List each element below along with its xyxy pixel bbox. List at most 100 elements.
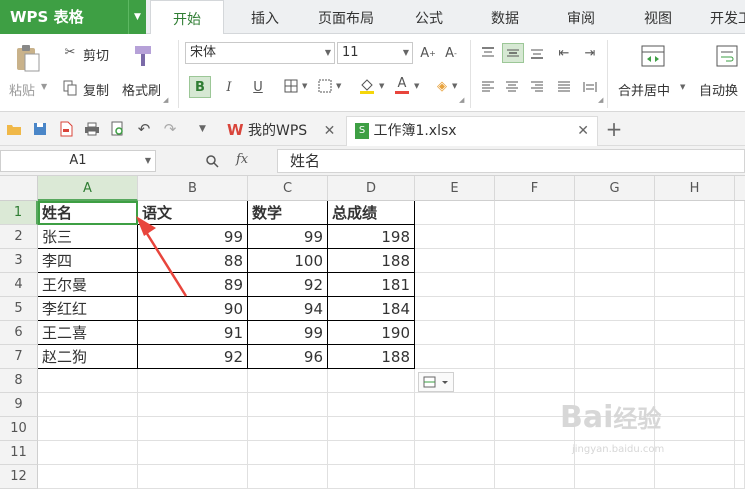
empty-cell[interactable] (495, 369, 575, 393)
score-cell[interactable]: 181 (328, 273, 415, 297)
empty-cell[interactable] (38, 417, 138, 441)
empty-cell[interactable] (655, 297, 735, 321)
score-cell[interactable]: 99 (248, 225, 328, 249)
format-painter-label[interactable]: 格式刷 (122, 80, 161, 99)
align-right-icon[interactable] (527, 77, 547, 97)
empty-cell[interactable] (415, 273, 495, 297)
column-header-d[interactable]: D (328, 176, 415, 201)
empty-cell[interactable] (138, 369, 248, 393)
column-header-b[interactable]: B (138, 176, 248, 201)
row-header[interactable]: 8 (0, 369, 38, 393)
increase-font-icon[interactable]: A + (419, 44, 437, 62)
empty-cell[interactable] (655, 321, 735, 345)
empty-cell[interactable] (415, 465, 495, 489)
score-cell[interactable]: 96 (248, 345, 328, 369)
name-cell[interactable]: 赵二狗 (38, 345, 138, 369)
tab-insert[interactable]: 插入 (234, 0, 296, 34)
wrap-text-icon[interactable] (714, 44, 740, 68)
tab-developer[interactable]: 开发工 (702, 0, 745, 34)
chevron-down-icon[interactable]: ▼ (379, 82, 384, 90)
score-cell[interactable]: 94 (248, 297, 328, 321)
name-cell[interactable]: 张三 (38, 225, 138, 249)
chevron-down-icon[interactable]: ▼ (414, 82, 419, 90)
column-header-g[interactable]: G (575, 176, 655, 201)
close-icon[interactable]: ✕ (324, 123, 336, 139)
empty-cell[interactable] (735, 465, 745, 489)
empty-cell[interactable] (735, 393, 745, 417)
empty-cell[interactable] (655, 249, 735, 273)
column-header-a[interactable]: A (38, 176, 138, 201)
fill-color-icon[interactable] (358, 76, 376, 96)
score-cell[interactable]: 91 (138, 321, 248, 345)
undo-icon[interactable]: ↶ (136, 120, 152, 138)
row-header[interactable]: 1 (0, 201, 38, 225)
empty-cell[interactable] (575, 273, 655, 297)
empty-cell[interactable] (575, 201, 655, 225)
tab-view[interactable]: 视图 (627, 0, 689, 34)
empty-cell[interactable] (248, 369, 328, 393)
empty-cell[interactable] (735, 273, 745, 297)
close-icon[interactable]: ✕ (577, 117, 589, 145)
row-header[interactable]: 10 (0, 417, 38, 441)
empty-cell[interactable] (415, 249, 495, 273)
increase-indent-icon[interactable]: ⇥ (580, 43, 600, 63)
empty-cell[interactable] (38, 465, 138, 489)
empty-cell[interactable] (495, 345, 575, 369)
name-cell[interactable]: 李红红 (38, 297, 138, 321)
italic-button[interactable]: I (220, 76, 238, 98)
chevron-down-icon[interactable]: ▼ (336, 82, 341, 90)
row-header[interactable]: 2 (0, 225, 38, 249)
empty-cell[interactable] (735, 417, 745, 441)
score-cell[interactable]: 198 (328, 225, 415, 249)
empty-cell[interactable] (495, 297, 575, 321)
empty-cell[interactable] (38, 393, 138, 417)
score-cell[interactable]: 99 (248, 321, 328, 345)
empty-cell[interactable] (655, 225, 735, 249)
empty-cell[interactable] (655, 201, 735, 225)
row-header[interactable]: 12 (0, 465, 38, 489)
align-middle-icon[interactable] (502, 43, 524, 63)
quick-access-dropdown-icon[interactable]: ▼ (199, 124, 206, 134)
clipboard-launcher-icon[interactable]: ◢ (163, 96, 168, 104)
merge-center-icon[interactable] (640, 44, 666, 68)
font-size-combo[interactable]: 11 ▼ (337, 42, 413, 64)
row-header[interactable]: 9 (0, 393, 38, 417)
row-header[interactable]: 5 (0, 297, 38, 321)
empty-cell[interactable] (655, 465, 735, 489)
empty-cell[interactable] (138, 465, 248, 489)
empty-cell[interactable] (495, 273, 575, 297)
empty-cell[interactable] (248, 465, 328, 489)
underline-button[interactable]: U (249, 76, 267, 98)
empty-cell[interactable] (138, 393, 248, 417)
tab-page-layout[interactable]: 页面布局 (306, 0, 386, 34)
wrap-text-label[interactable]: 自动换 (699, 80, 738, 99)
app-menu-button[interactable]: WPS 表格 (0, 0, 128, 34)
column-header-c[interactable]: C (248, 176, 328, 201)
score-cell[interactable]: 190 (328, 321, 415, 345)
zoom-search-icon[interactable] (204, 153, 220, 169)
empty-cell[interactable] (38, 369, 138, 393)
empty-cell[interactable] (248, 441, 328, 465)
copy-icon[interactable] (62, 80, 78, 96)
formula-input[interactable]: 姓名 (277, 149, 745, 173)
open-folder-icon[interactable] (6, 121, 22, 137)
empty-cell[interactable] (575, 465, 655, 489)
paste-icon[interactable] (12, 42, 44, 74)
empty-cell[interactable] (735, 345, 745, 369)
empty-cell[interactable] (138, 441, 248, 465)
header-cell[interactable]: 总成绩 (328, 201, 415, 225)
new-tab-icon[interactable]: + (605, 117, 623, 141)
empty-cell[interactable] (655, 273, 735, 297)
save-icon[interactable] (32, 121, 48, 137)
empty-cell[interactable] (415, 393, 495, 417)
cell-style-icon[interactable] (317, 77, 333, 95)
alignment-launcher-icon[interactable]: ◢ (598, 96, 603, 104)
row-header[interactable]: 4 (0, 273, 38, 297)
column-header-i[interactable] (735, 176, 745, 201)
spreadsheet-grid[interactable]: A B C D E F G H 1 姓名 语文 数学 总成绩 2 张三 99 99 198 3 李四 8… (0, 176, 745, 489)
distribute-icon[interactable] (580, 77, 600, 97)
empty-cell[interactable] (495, 465, 575, 489)
decrease-font-icon[interactable]: A- (442, 44, 460, 62)
row-header[interactable]: 3 (0, 249, 38, 273)
empty-cell[interactable] (735, 297, 745, 321)
